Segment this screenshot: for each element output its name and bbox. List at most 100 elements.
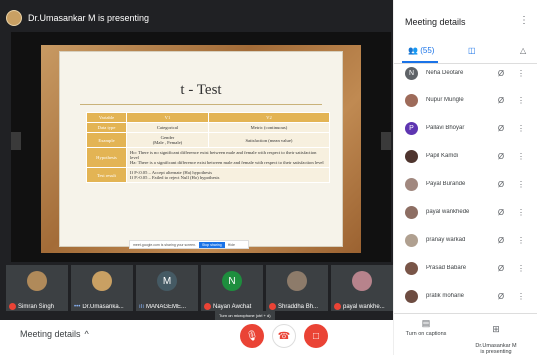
participant-row[interactable]: Prasad Babare Ø ⋮ (405, 259, 533, 277)
avatar (92, 271, 112, 291)
panel-title: Meeting details (405, 17, 466, 27)
presenting-button[interactable]: ⊞ Dr.Umasankar M is presenting (466, 318, 526, 355)
participant-row[interactable]: pranay warkad Ø ⋮ (405, 231, 533, 249)
mic-off-icon[interactable]: Ø (494, 208, 508, 217)
participant-row[interactable]: Papil Kamdi Ø ⋮ (405, 147, 533, 165)
more-vert-icon[interactable]: ⋮ (516, 96, 526, 105)
participant-row[interactable]: payal wankhede Ø ⋮ (405, 203, 533, 221)
slide-title: t - Test (180, 82, 222, 98)
captions-label: Turn on captions (405, 331, 447, 337)
participant-row[interactable]: pratik moharie Ø ⋮ (405, 287, 533, 305)
mic-off-icon[interactable]: Ø (494, 264, 508, 273)
more-vert-icon[interactable]: ⋮ (516, 292, 526, 301)
tile-name: Dr.Umasanka... (82, 304, 124, 310)
more-options-icon[interactable]: ⋮ (519, 15, 529, 26)
mic-off-icon[interactable]: Ø (494, 180, 508, 189)
more-vert-icon[interactable]: ⋮ (516, 236, 526, 245)
mic-off-icon[interactable]: Ø (494, 236, 508, 245)
tab-activities[interactable]: △ (520, 46, 526, 55)
table-header-row: Variable V1 V2 (86, 112, 331, 123)
participant-tile[interactable]: ••• Dr.Umasanka... (71, 265, 133, 311)
mic-off-icon[interactable]: Ø (494, 292, 508, 301)
sharing-popup-text: meet.google.com is sharing your screen. (133, 242, 197, 247)
participant-name: pratik moharie (426, 293, 465, 299)
people-icon: 👥 (408, 46, 418, 55)
captions-icon: ▤ (421, 318, 431, 328)
avatar (352, 271, 372, 291)
table-cell: Categorical (126, 122, 209, 133)
slide: t - Test Variable V1 V2 Data type Catego… (41, 45, 361, 253)
participant-name: Prasad Babare (426, 265, 467, 271)
camera-toggle-button[interactable]: □ (304, 324, 328, 348)
participant-tile[interactable]: N Nayan Awchat (201, 265, 263, 311)
table-cell: Ho: There is no significant difference e… (126, 147, 330, 168)
activities-icon: △ (520, 46, 527, 55)
mic-off-icon[interactable]: Ø (494, 124, 508, 133)
tile-name-row: payal wankhe... (334, 303, 394, 310)
table-cell: If P<0.05 – Accept alternate (Ha) hypoth… (126, 167, 330, 183)
right-edge-tab (381, 132, 391, 150)
mic-off-icon: 🎙 (245, 330, 259, 342)
participant-row[interactable]: P Pallavi Bhoyar Ø ⋮ (405, 119, 533, 137)
table-row: Test result If P<0.05 – Accept alternate… (86, 167, 330, 183)
people-count: (55) (420, 46, 435, 55)
participant-tile[interactable]: Simran Singh (6, 265, 68, 311)
participant-name: Pallavi Bhoyar (426, 125, 465, 131)
muted-mic-icon (9, 303, 16, 310)
participant-tile[interactable]: M ıIı MANAGEME... (136, 265, 198, 311)
avatar (287, 271, 307, 291)
hide-button[interactable]: Hide (228, 243, 235, 247)
participant-tile[interactable]: payal wankhe... (331, 265, 393, 311)
participant-name: pranay warkad (426, 237, 466, 243)
more-vert-icon[interactable]: ⋮ (516, 152, 526, 161)
table-row: Example Gender (Male , Female) Satisfact… (86, 132, 331, 148)
captions-button[interactable]: ▤ Turn on captions (396, 318, 456, 337)
stop-sharing-button[interactable]: Stop sharing (199, 241, 225, 248)
left-edge-tab (11, 132, 21, 150)
participant-tile[interactable]: Shraddha Bh... (266, 265, 328, 311)
muted-mic-icon (204, 303, 211, 310)
mic-off-icon[interactable]: Ø (494, 69, 508, 78)
more-vert-icon[interactable]: ⋮ (516, 208, 526, 217)
tile-name-row: ıIı MANAGEME... (139, 304, 199, 310)
meeting-details-label: Meeting details (20, 329, 81, 339)
table-cell: Satisfaction (mean value) (207, 132, 331, 148)
panel-tabs: 👥 (55) ◫ △ (394, 42, 537, 64)
tile-name: Shraddha Bh... (278, 303, 319, 310)
meeting-details-button[interactable]: Meeting details ^ (20, 329, 89, 339)
slide-divider (80, 104, 322, 105)
avatar (405, 289, 418, 303)
participant-name: payal wankhede (426, 209, 470, 215)
row-label: Data type (86, 122, 127, 133)
table-header-cell: V2 (207, 112, 331, 123)
leave-call-button[interactable]: ☎ (272, 324, 296, 348)
mic-off-icon[interactable]: Ø (494, 152, 508, 161)
tile-name: payal wankhe... (343, 303, 385, 310)
mic-off-icon[interactable]: Ø (494, 96, 508, 105)
microphone-toggle-button[interactable]: 🎙 (240, 324, 264, 348)
more-vert-icon[interactable]: ⋮ (516, 69, 526, 78)
participant-row[interactable]: Nupur Mungle Ø ⋮ (405, 91, 533, 109)
participant-row[interactable]: Payal Burande Ø ⋮ (405, 175, 533, 193)
tab-chat[interactable]: ◫ (468, 46, 476, 55)
more-dots-icon: ••• (74, 304, 81, 310)
table-cell: Metric (continuous) (207, 122, 331, 133)
slide-table: Variable V1 V2 Data type Categorical Met… (86, 112, 331, 183)
participant-row[interactable]: N Neha Deotare Ø ⋮ (405, 64, 533, 82)
table-cell: Gender (Male , Female) (126, 132, 209, 148)
table-header-cell: V1 (126, 112, 209, 123)
meeting-stage-area: Dr.Umasankar M is presenting t - Test Va… (0, 0, 393, 355)
more-vert-icon[interactable]: ⋮ (516, 124, 526, 133)
avatar (405, 93, 418, 107)
presenting-label: Dr.Umasankar M is presenting (475, 343, 517, 355)
tile-name-row: ••• Dr.Umasanka... (74, 304, 134, 310)
tile-name-row: Shraddha Bh... (269, 303, 329, 310)
more-vert-icon[interactable]: ⋮ (516, 180, 526, 189)
table-row: Hypothesis Ho: There is no significant d… (86, 147, 330, 168)
tab-people[interactable]: 👥 (55) (408, 46, 434, 55)
avatar (405, 177, 418, 191)
more-vert-icon[interactable]: ⋮ (516, 264, 526, 273)
participant-name: Nupur Mungle (426, 97, 464, 103)
avatar (27, 271, 47, 291)
present-icon: ⊞ (492, 324, 500, 334)
